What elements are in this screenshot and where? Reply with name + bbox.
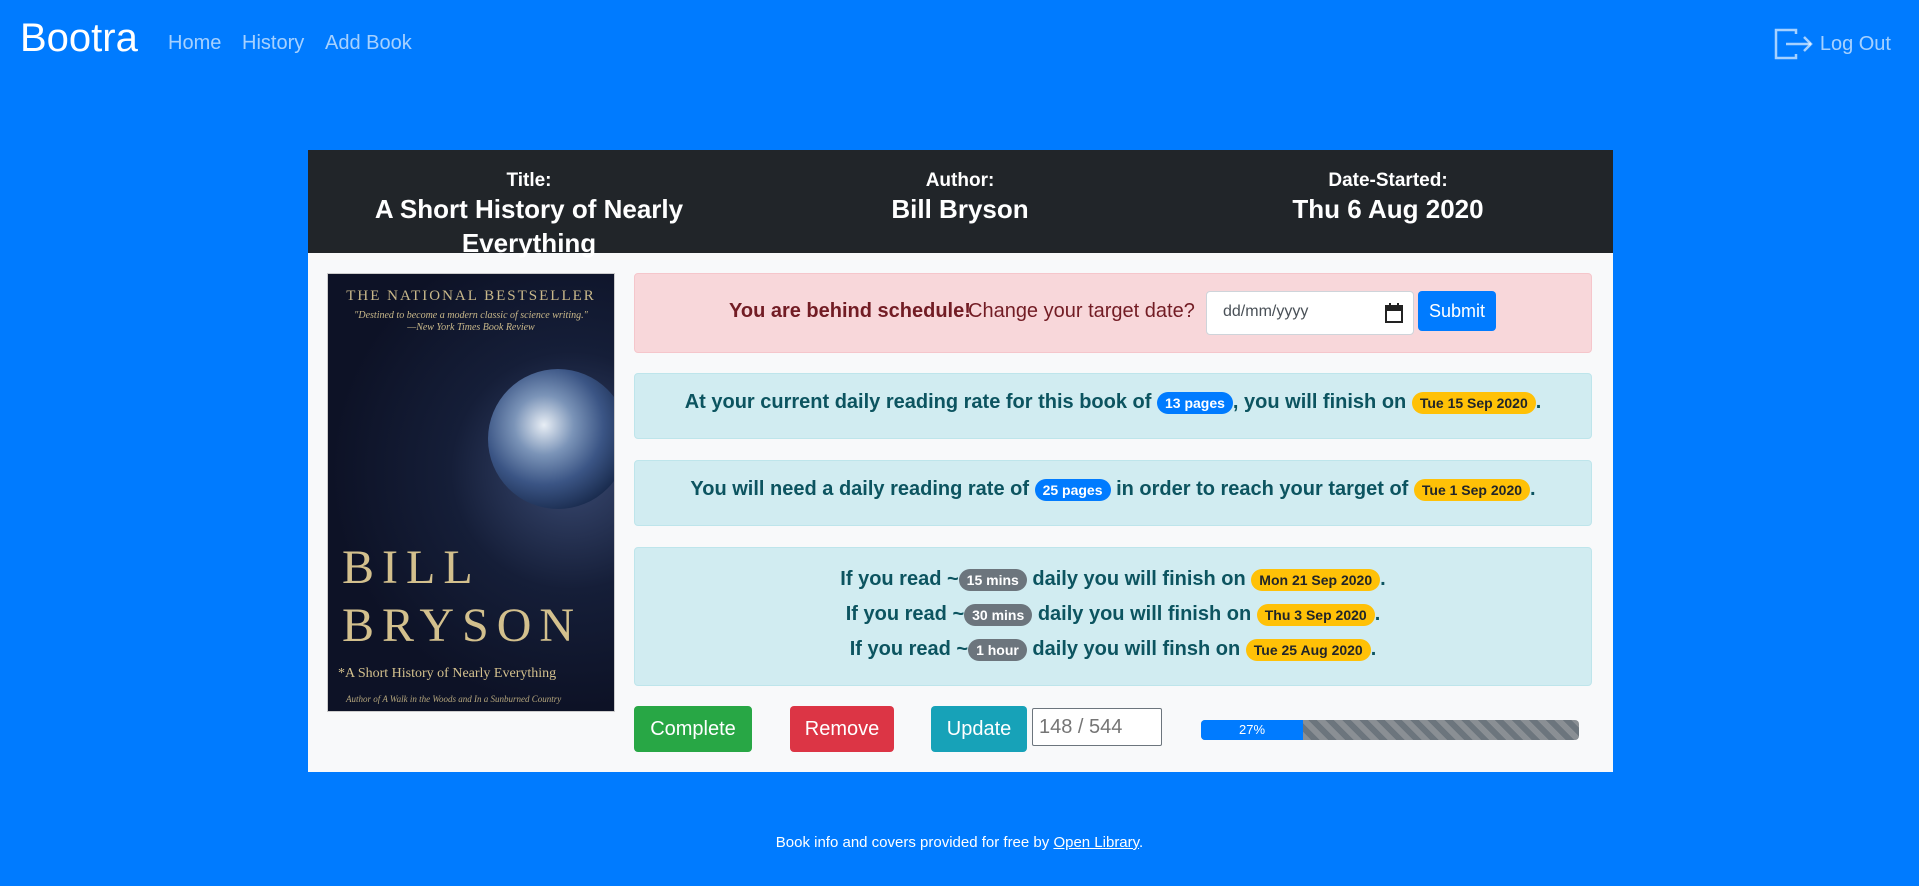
target-rate-badge: 25 pages <box>1034 478 1111 501</box>
author-column: Author: Bill Bryson <box>810 170 1110 226</box>
time-estimate-middle: daily you will finsh on <box>1032 638 1241 660</box>
period: . <box>1370 638 1377 660</box>
cover-author-last: BRYSON <box>342 599 583 652</box>
period: . <box>1380 568 1386 590</box>
footer-suffix: . <box>1139 834 1144 851</box>
brand-logo[interactable]: Bootra <box>20 16 138 61</box>
finish-date-badge: Tue 25 Aug 2020 <box>1245 638 1371 661</box>
cover-quote-text: "Destined to become a modern classic of … <box>354 310 588 321</box>
cover-tagline: THE NATIONAL BESTSELLER <box>346 288 596 304</box>
period: . <box>1535 391 1542 413</box>
current-rate-badge: 13 pages <box>1156 391 1233 414</box>
date-placeholder: dd/mm/yyyy <box>1223 303 1309 320</box>
complete-button[interactable]: Complete <box>634 706 752 752</box>
remove-button[interactable]: Remove <box>790 706 894 752</box>
date-started-label: Date-Started: <box>1328 170 1448 191</box>
current-rate-line: At your current daily reading rate for t… <box>635 391 1591 414</box>
cover-author-first: BILL <box>342 541 481 594</box>
target-rate-line: You will need a daily reading rate of 25… <box>635 478 1591 501</box>
book-title: A Short History of Nearly Everything <box>374 194 684 258</box>
behind-schedule-alert: You are behind schedule! Change your tar… <box>634 273 1592 353</box>
time-estimate-prefix: If you read ~ <box>845 603 965 625</box>
current-rate-middle: , you will finish on <box>1232 391 1407 413</box>
update-button[interactable]: Update <box>931 706 1027 752</box>
time-estimate-row: If you read ~1 hour daily you will finsh… <box>635 632 1591 667</box>
time-estimates-alert: If you read ~15 mins daily you will fini… <box>634 547 1592 686</box>
time-estimate-prefix: If you read ~ <box>849 638 969 660</box>
page-progress-input[interactable] <box>1032 708 1162 746</box>
time-estimate-middle: daily you will finish on <box>1037 603 1252 625</box>
open-library-link[interactable]: Open Library <box>1053 834 1139 851</box>
target-date-badge: Tue 1 Sep 2020 <box>1413 478 1531 501</box>
logout-button[interactable]: Log Out <box>1774 28 1891 60</box>
cover-quote-source: —New York Times Book Review <box>407 322 535 333</box>
finish-date-badge: Thu 3 Sep 2020 <box>1256 603 1375 626</box>
target-rate-prefix: You will need a daily reading rate of <box>690 478 1029 500</box>
submit-button[interactable]: Submit <box>1418 291 1496 331</box>
cover-quote: "Destined to become a modern classic of … <box>328 310 614 334</box>
book-card: Title: A Short History of Nearly Everyth… <box>308 150 1613 772</box>
current-finish-date-badge: Tue 15 Sep 2020 <box>1411 391 1536 414</box>
current-rate-alert: At your current daily reading rate for t… <box>634 373 1592 439</box>
time-estimate-prefix: If you read ~ <box>840 568 959 590</box>
cover-subtitle: *A Short History of Nearly Everything <box>338 666 557 681</box>
time-badge: 15 mins <box>958 568 1027 591</box>
footer: Book info and covers provided for free b… <box>0 834 1919 851</box>
nav-link-history[interactable]: History <box>242 32 304 55</box>
book-cover: THE NATIONAL BESTSELLER "Destined to bec… <box>327 273 615 712</box>
progress-fill: 27% <box>1201 720 1304 740</box>
cover-foot: Author of A Walk in the Woods and In a S… <box>346 694 562 704</box>
time-badge: 30 mins <box>964 603 1033 626</box>
navbar: Bootra Home History Add Book Log Out <box>0 0 1919 86</box>
cover-author: BILL BRYSON <box>342 539 582 655</box>
book-author: Bill Bryson <box>891 194 1029 224</box>
time-estimate-middle: daily you will finish on <box>1032 568 1246 590</box>
current-rate-prefix: At your current daily reading rate for t… <box>684 391 1152 413</box>
logout-icon <box>1774 28 1813 60</box>
period: . <box>1374 603 1381 625</box>
target-rate-middle: in order to reach your target of <box>1116 478 1409 500</box>
time-estimate-row: If you read ~30 mins daily you will fini… <box>635 597 1591 632</box>
time-estimate-row: If you read ~15 mins daily you will fini… <box>635 562 1591 597</box>
earth-image <box>488 369 614 509</box>
nav-link-add-book[interactable]: Add Book <box>325 32 412 55</box>
logout-label: Log Out <box>1819 32 1891 55</box>
book-header: Title: A Short History of Nearly Everyth… <box>308 150 1613 258</box>
title-label: Title: <box>506 170 552 191</box>
period: . <box>1530 478 1536 500</box>
date-started: Thu 6 Aug 2020 <box>1292 194 1484 224</box>
target-date-input[interactable]: dd/mm/yyyy <box>1206 291 1414 335</box>
title-column: Title: A Short History of Nearly Everyth… <box>329 170 729 260</box>
nav-link-home[interactable]: Home <box>168 32 221 55</box>
footer-text: Book info and covers provided for free b… <box>775 834 1050 851</box>
calendar-icon[interactable] <box>1385 303 1403 323</box>
reading-progress-bar: 27% <box>1201 720 1579 740</box>
finish-date-badge: Mon 21 Sep 2020 <box>1251 568 1381 591</box>
behind-schedule-text: You are behind schedule! <box>729 300 971 322</box>
target-rate-alert: You will need a daily reading rate of 25… <box>634 460 1592 526</box>
author-label: Author: <box>925 170 995 191</box>
change-target-prompt: Change your target date? <box>968 300 1195 322</box>
time-badge: 1 hour <box>968 638 1027 661</box>
date-column: Date-Started: Thu 6 Aug 2020 <box>1238 170 1538 226</box>
